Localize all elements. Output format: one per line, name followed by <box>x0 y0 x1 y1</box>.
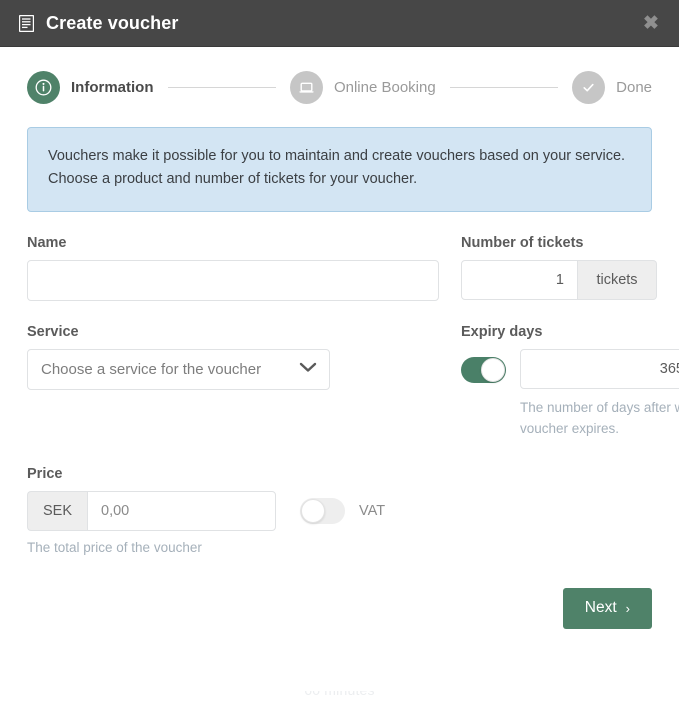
service-select[interactable]: Choose a service for the voucher <box>27 348 330 390</box>
step-done[interactable]: Done <box>572 70 652 104</box>
label-price: Price <box>27 465 63 482</box>
next-button-label: Next <box>584 599 617 617</box>
vat-toggle[interactable] <box>300 497 345 524</box>
field-name: Name <box>27 235 439 301</box>
vat-label: VAT <box>359 502 386 519</box>
field-price: Price SEK VAT The total price of the vou… <box>27 466 652 559</box>
expiry-days-input[interactable] <box>520 348 679 389</box>
step-online-booking[interactable]: Online Booking <box>289 70 436 104</box>
field-expiry-days: Expiry days days The number of days afte… <box>461 324 679 440</box>
tickets-input[interactable] <box>461 259 578 300</box>
modal-body: Information Online Booking Done Vouchers… <box>0 47 679 559</box>
price-input-group: SEK <box>27 490 276 531</box>
price-help-text: The total price of the voucher <box>27 539 202 555</box>
price-currency-addon: SEK <box>27 490 87 531</box>
modal-footer: Next › <box>0 559 679 629</box>
info-banner-line-1: Vouchers make it possible for you to mai… <box>48 148 626 164</box>
monitor-icon <box>289 70 323 104</box>
name-input[interactable] <box>27 259 439 301</box>
check-icon <box>572 70 606 104</box>
step-connector-2 <box>449 86 559 88</box>
modal-header: Create voucher ✖ <box>0 0 679 47</box>
step-label-information: Information <box>71 78 154 96</box>
vat-toggle-knob <box>301 498 325 523</box>
row-name-tickets: Name Number of tickets tickets <box>27 235 657 301</box>
create-voucher-modal: Create voucher ✖ Information Online Book… <box>0 0 679 691</box>
step-label-done: Done <box>616 78 652 96</box>
chevron-right-icon: › <box>625 600 630 616</box>
info-banner: Vouchers make it possible for you to mai… <box>27 127 652 212</box>
price-input[interactable] <box>87 490 276 531</box>
field-service: Service Choose a service for the voucher <box>27 324 439 440</box>
label-expiry-days: Expiry days <box>461 323 543 340</box>
vat-control: VAT <box>300 497 386 524</box>
screen: 60 minutes Create voucher ✖ <box>0 0 679 703</box>
info-banner-line-2: Choose a product and number of tickets f… <box>48 171 418 188</box>
close-icon[interactable]: ✖ <box>640 12 662 34</box>
step-information[interactable]: Information <box>27 70 154 104</box>
wizard-stepper: Information Online Booking Done <box>27 47 652 123</box>
expiry-days-help-text: The number of days after which this vouc… <box>520 399 679 436</box>
field-number-of-tickets: Number of tickets tickets <box>461 235 657 301</box>
expiry-row: days The number of days after which this… <box>461 348 679 440</box>
label-service: Service <box>27 323 79 340</box>
next-button[interactable]: Next › <box>562 587 652 629</box>
price-line: SEK VAT <box>27 490 652 531</box>
page-title: Create voucher <box>46 12 179 33</box>
document-lines-icon <box>18 14 34 32</box>
row-service-expiry: Service Choose a service for the voucher… <box>27 324 679 440</box>
info-circle-icon <box>27 70 60 104</box>
label-number-of-tickets: Number of tickets <box>461 234 584 251</box>
step-connector-1 <box>167 86 276 88</box>
tickets-unit-addon: tickets <box>578 259 657 300</box>
expiry-toggle-knob <box>481 357 505 382</box>
service-select-wrap: Choose a service for the voucher <box>27 348 330 390</box>
expiry-toggle[interactable] <box>461 356 506 383</box>
tickets-input-group: tickets <box>461 259 657 300</box>
step-label-online-booking: Online Booking <box>333 78 436 96</box>
label-name: Name <box>27 234 67 251</box>
expiry-days-input-group: days <box>520 348 679 389</box>
